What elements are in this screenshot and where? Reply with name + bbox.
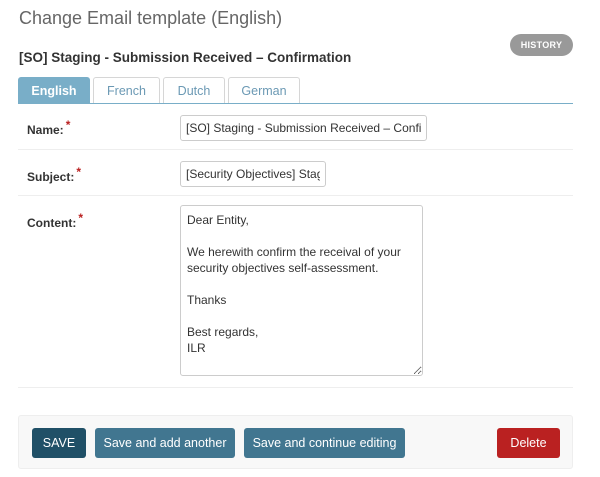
history-button[interactable]: HISTORY: [510, 34, 573, 56]
name-input[interactable]: [180, 115, 427, 141]
object-title: [SO] Staging - Submission Received – Con…: [19, 50, 352, 65]
submit-row: SAVE Save and add another Save and conti…: [18, 415, 573, 469]
content-label: Content: *: [27, 211, 83, 230]
subject-input[interactable]: [180, 161, 326, 187]
content-textarea[interactable]: Dear Entity, We herewith confirm the rec…: [180, 205, 423, 376]
delete-button[interactable]: Delete: [497, 428, 560, 458]
content-label-text: Content:: [27, 216, 77, 230]
name-label: Name: *: [27, 118, 70, 137]
name-required-mark: *: [65, 118, 71, 132]
subject-label: Subject: *: [27, 165, 81, 184]
subject-required-mark: *: [76, 165, 82, 179]
page-title: Change Email template (English): [19, 8, 283, 28]
tab-english[interactable]: English: [18, 77, 90, 103]
tab-french[interactable]: French: [93, 77, 160, 103]
content-required-mark: *: [78, 211, 83, 225]
form-row-subject: Subject: *: [18, 150, 573, 196]
form-row-content: Content: * Dear Entity, We herewith confi…: [18, 196, 573, 388]
language-tabs: English French Dutch German: [18, 77, 573, 104]
name-label-text: Name:: [27, 123, 64, 137]
tab-german[interactable]: German: [228, 77, 300, 103]
subject-label-text: Subject:: [27, 170, 75, 184]
save-button[interactable]: SAVE: [32, 428, 86, 458]
form-row-name: Name: *: [18, 104, 573, 150]
tab-dutch[interactable]: Dutch: [163, 77, 225, 103]
save-and-add-another-button[interactable]: Save and add another: [95, 428, 235, 458]
save-and-continue-editing-button[interactable]: Save and continue editing: [244, 428, 405, 458]
